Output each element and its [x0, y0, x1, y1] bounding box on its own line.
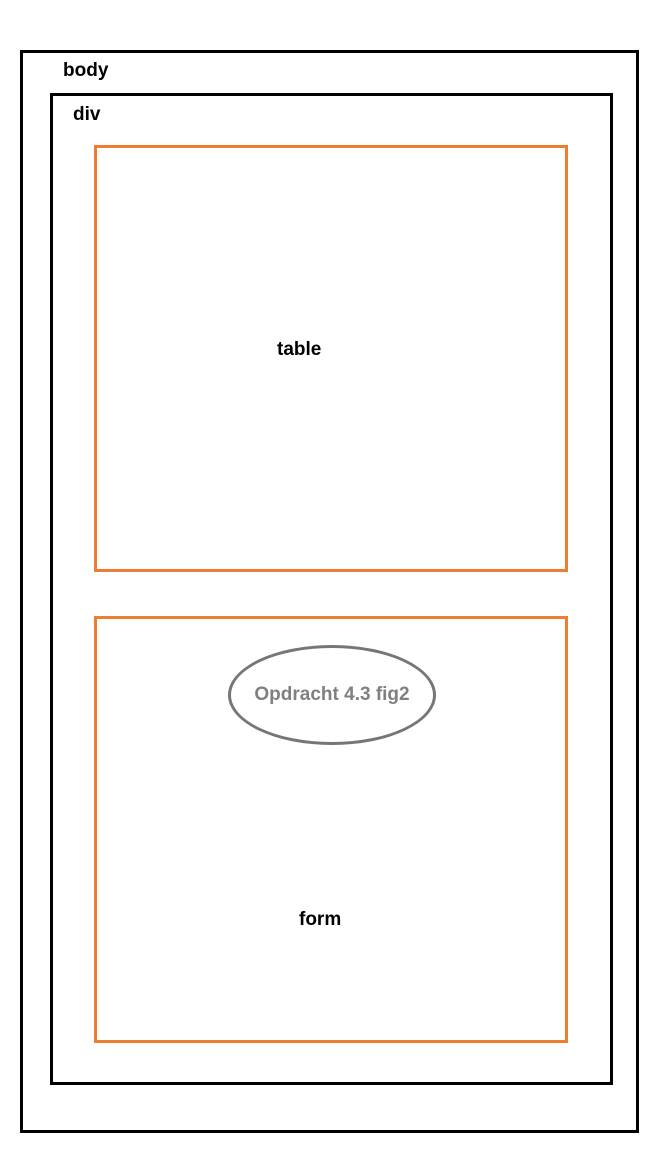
table-label: table — [277, 339, 322, 360]
form-label: form — [299, 909, 342, 930]
table-box — [94, 145, 568, 572]
annotation-oval: Opdracht 4.3 fig2 — [228, 645, 436, 745]
body-label: body — [63, 60, 109, 81]
annotation-text: Opdracht 4.3 fig2 — [254, 684, 410, 705]
div-label: div — [73, 104, 101, 125]
